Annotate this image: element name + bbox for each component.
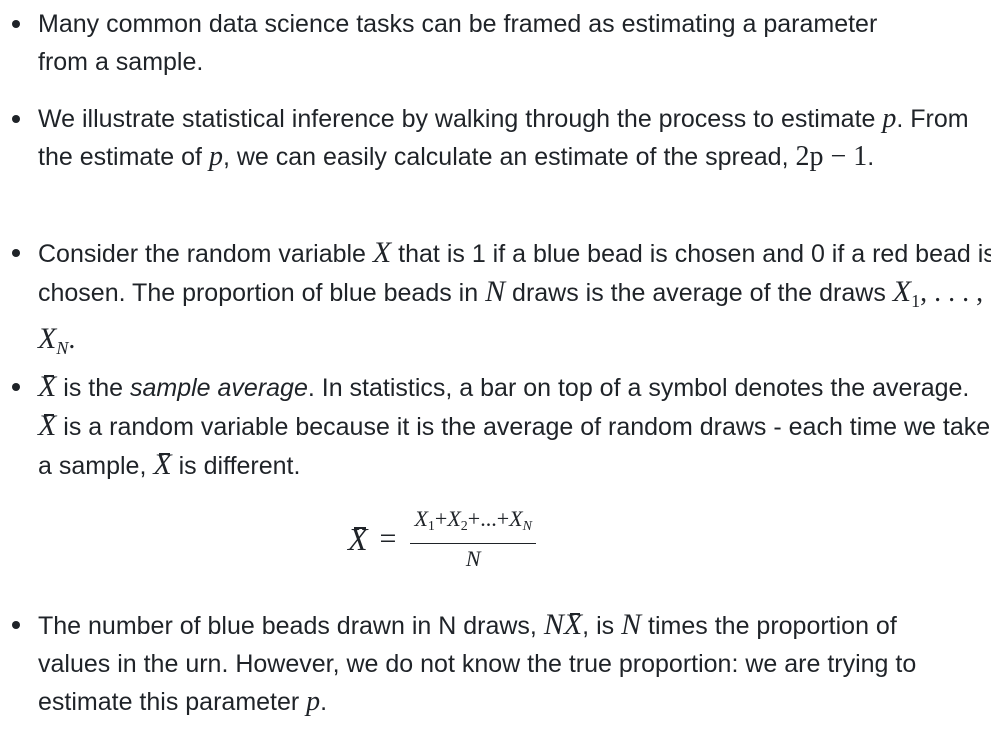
bullet-2-text-c: , we can easily calculate an estimate of… (222, 143, 796, 171)
bullet-item-3: Consider the random variable X that is 1… (0, 234, 991, 367)
formula-denominator: N (465, 546, 481, 571)
math-X1: X (892, 275, 912, 308)
emphasis-sample-average: sample average (129, 374, 308, 402)
math-spread: 2p − 1 (795, 141, 868, 172)
num-X2: X (447, 506, 461, 531)
num-XN: X (509, 506, 523, 531)
num-X1-sub: 1 (427, 519, 435, 534)
math-xbar: X (564, 606, 582, 644)
num-XN-sub: N (522, 519, 532, 534)
math-N: N (485, 275, 506, 308)
math-dots: , . . . , (920, 277, 984, 308)
math-p: p (208, 141, 223, 172)
math-X1-subscript: 1 (911, 291, 921, 311)
bullet-item-1: Many common data science tasks can be fr… (0, 5, 898, 81)
formula-lhs-xbar: X (348, 521, 368, 557)
bullet-dot-icon (12, 20, 20, 28)
math-p: p (306, 686, 321, 717)
bullet-item-2: We illustrate statistical inference by w… (0, 100, 991, 176)
bullet-5-text-d: . (320, 688, 328, 716)
bullet-3-text-c: draws is the average of the draws (505, 279, 893, 307)
formula-equals: = (379, 522, 397, 555)
math-X: X (372, 236, 392, 269)
bullet-4-text-d: is different. (171, 452, 301, 480)
sample-average-formula: X = X1+X2+...+XN N (348, 506, 536, 572)
math-N: N (543, 608, 564, 641)
bullet-dot-icon (12, 383, 20, 391)
num-X2-sub: 2 (460, 519, 468, 534)
math-XN-subscript: N (56, 338, 69, 358)
bullet-dot-icon (12, 621, 20, 629)
bullet-3-period: . (68, 324, 76, 355)
bullet-5-text-a: The number of blue beads drawn in N draw… (38, 612, 544, 640)
num-plus-dots: +...+ (467, 506, 510, 531)
bullet-5-text-b: , is (582, 612, 622, 640)
bullet-item-4: X is the sample average. In statistics, … (0, 368, 991, 485)
bullet-item-5: The number of blue beads drawn in N draw… (0, 606, 918, 721)
math-p: p (882, 103, 897, 134)
math-N: N (621, 608, 642, 641)
bullet-2-text-d: . (867, 143, 875, 171)
bullet-dot-icon (12, 249, 20, 257)
math-xbar: X (38, 407, 56, 445)
num-X1: X (414, 506, 428, 531)
bullet-2-text-a: We illustrate statistical inference by w… (38, 105, 883, 133)
bullet-dot-icon (12, 115, 20, 123)
bullet-1-text: Many common data science tasks can be fr… (38, 10, 878, 76)
math-XN: X (38, 322, 57, 355)
formula-fraction: X1+X2+...+XN N (410, 506, 536, 572)
math-xbar: X (153, 446, 171, 484)
bullet-4-text-a: is the (56, 374, 130, 402)
formula-numerator: X1+X2+...+XN (410, 506, 535, 543)
bullet-3-text-a: Consider the random variable (38, 240, 373, 268)
num-plus: + (434, 506, 448, 531)
bullet-4-text-b: . In statistics, a bar on top of a symbo… (307, 374, 970, 402)
math-xbar: X (38, 368, 56, 406)
